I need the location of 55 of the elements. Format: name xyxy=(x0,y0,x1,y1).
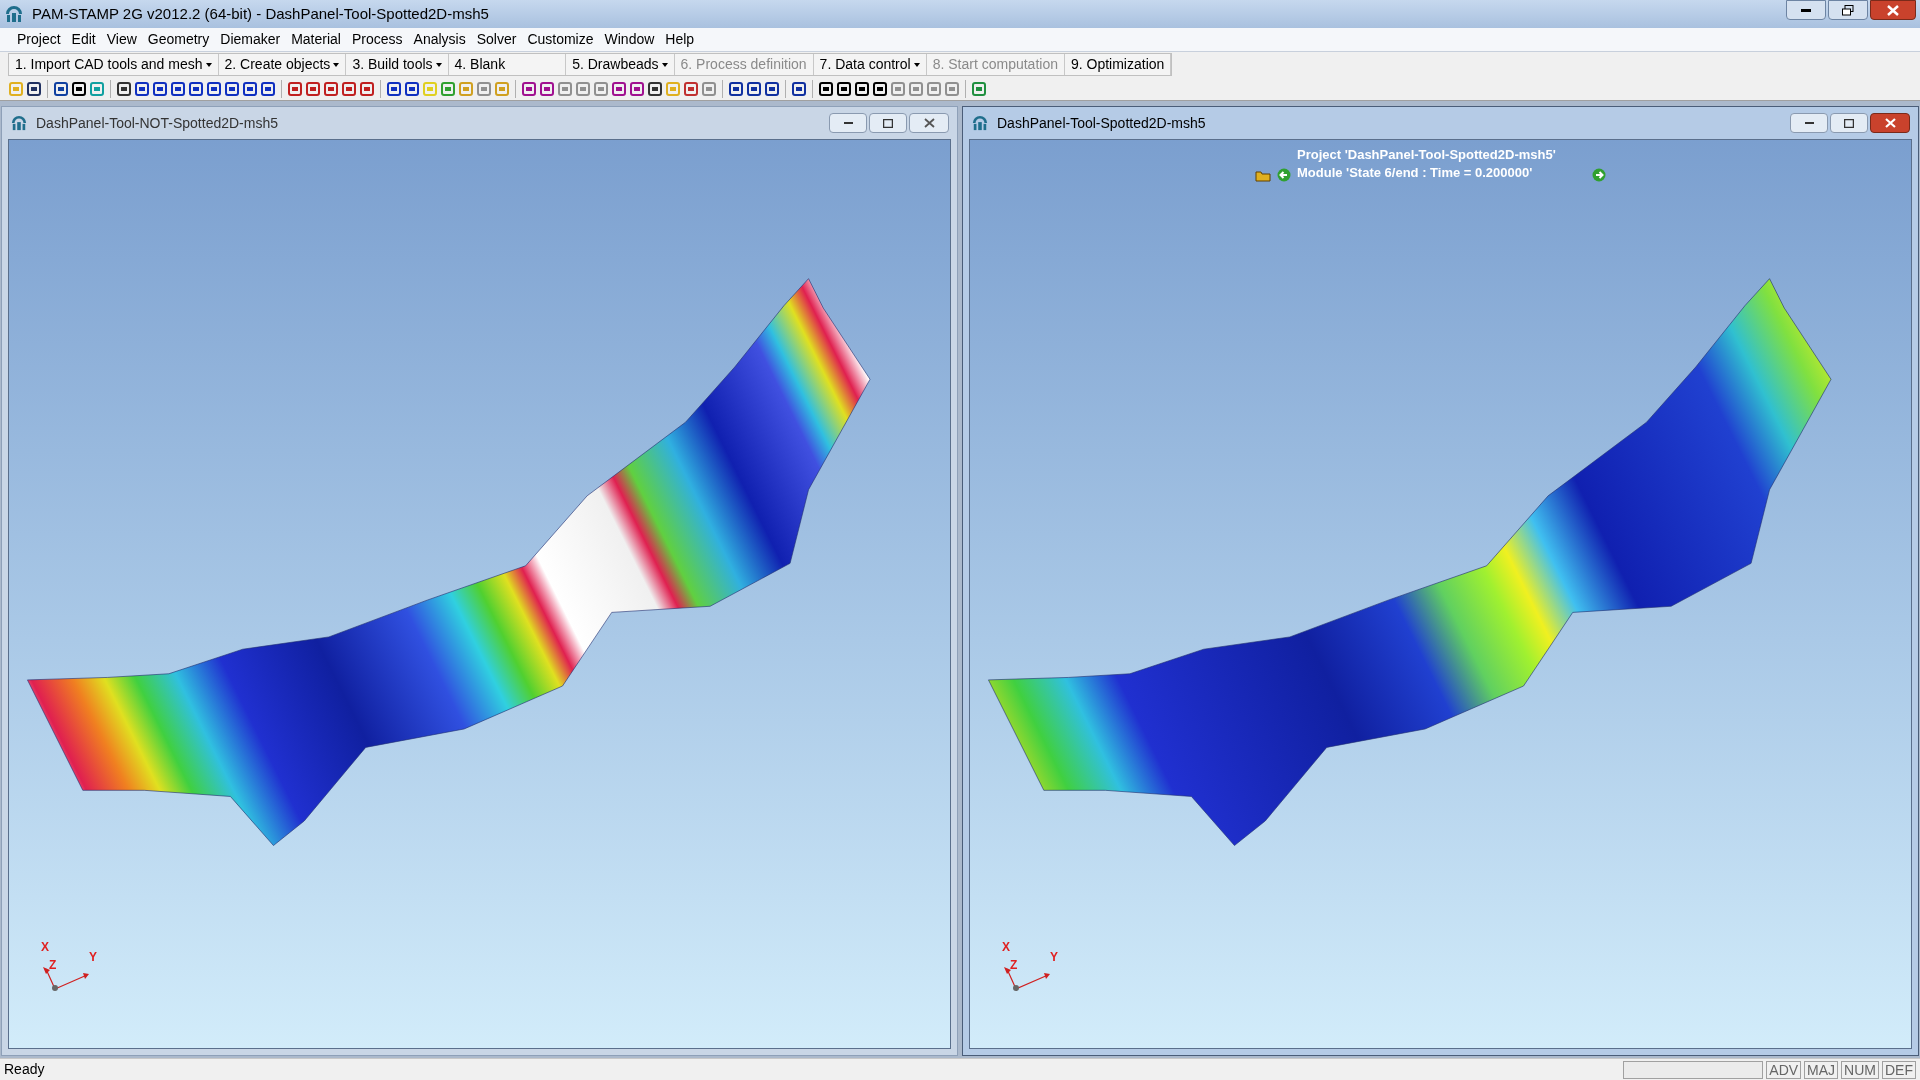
menu-item[interactable]: Window xyxy=(599,29,660,50)
close-icon xyxy=(923,118,935,128)
menu-item[interactable]: Customize xyxy=(522,29,599,50)
menu-item[interactable]: Edit xyxy=(66,29,101,50)
maximize-icon xyxy=(883,118,893,128)
app-logo-icon xyxy=(4,5,24,23)
maximize-button[interactable] xyxy=(1830,113,1868,133)
close-button[interactable] xyxy=(1870,113,1910,133)
status-indicator: ADV xyxy=(1766,1060,1802,1079)
axis-label: Z xyxy=(49,959,57,971)
workflow-button[interactable]: 3. Build tools xyxy=(346,54,449,75)
status-text: Ready xyxy=(3,1060,45,1079)
workflow-button[interactable]: 9. Optimization xyxy=(1064,54,1172,75)
workflow-button[interactable]: 4. Blank xyxy=(448,54,567,75)
maximize-button[interactable] xyxy=(869,113,907,133)
arrow-left-icon[interactable] xyxy=(1277,168,1291,182)
maximize-icon xyxy=(1844,118,1854,128)
status-indicator: MAJ xyxy=(1804,1060,1839,1079)
axis-label: X xyxy=(41,941,49,953)
menu-item[interactable]: Help xyxy=(660,29,700,50)
axis-label: Z xyxy=(1010,959,1018,971)
minimize-button[interactable] xyxy=(1786,0,1826,20)
close-icon xyxy=(1884,118,1896,128)
minimize-button[interactable] xyxy=(829,113,867,133)
arrow-right-icon[interactable] xyxy=(1591,168,1606,182)
menu-item[interactable]: Process xyxy=(346,29,408,50)
menu-item[interactable]: Analysis xyxy=(408,29,471,50)
minimize-button[interactable] xyxy=(1790,113,1828,133)
menu-item[interactable]: Solver xyxy=(471,29,522,50)
workflow-button[interactable]: 2. Create objects xyxy=(218,54,347,75)
menu-item[interactable]: Material xyxy=(286,29,346,50)
menu-item[interactable]: Geometry xyxy=(142,29,215,50)
app-logo-icon xyxy=(10,115,28,131)
menu-item[interactable]: Diemaker xyxy=(215,29,286,50)
window-title: PAM-STAMP 2G v2012.2 (64-bit) - DashPanel-Tool-Spotted2D-msh5 xyxy=(32,3,489,24)
viewport-title: DashPanel-Tool-NOT-Spotted2D-msh5 xyxy=(36,113,278,133)
restore-button[interactable] xyxy=(1828,0,1868,20)
restore-icon xyxy=(1842,4,1854,16)
menu-item[interactable]: Project xyxy=(12,29,66,50)
status-indicator: DEF xyxy=(1882,1060,1916,1079)
info-text: Project 'DashPanel-Tool-Spotted2D-msh5' xyxy=(1297,146,1556,164)
axis-label: Y xyxy=(89,951,97,963)
workflow-button[interactable]: 5. Drawbeads xyxy=(566,54,675,75)
close-button[interactable] xyxy=(1870,0,1916,20)
axis-label: Y xyxy=(1050,951,1058,963)
info-text: Module 'State 6/end : Time = 0.200000' xyxy=(1297,164,1534,182)
axis-label: X xyxy=(1002,941,1010,953)
status-indicator: NUM xyxy=(1841,1060,1879,1079)
workflow-button[interactable]: 1. Import CAD tools and mesh xyxy=(9,54,219,75)
app-logo-icon xyxy=(971,115,989,131)
workflow-button[interactable]: 7. Data control xyxy=(813,54,927,75)
menu-item[interactable]: View xyxy=(101,29,142,50)
close-button[interactable] xyxy=(909,113,949,133)
viewport-title: DashPanel-Tool-Spotted2D-msh5 xyxy=(997,113,1206,133)
close-icon xyxy=(1887,4,1899,16)
